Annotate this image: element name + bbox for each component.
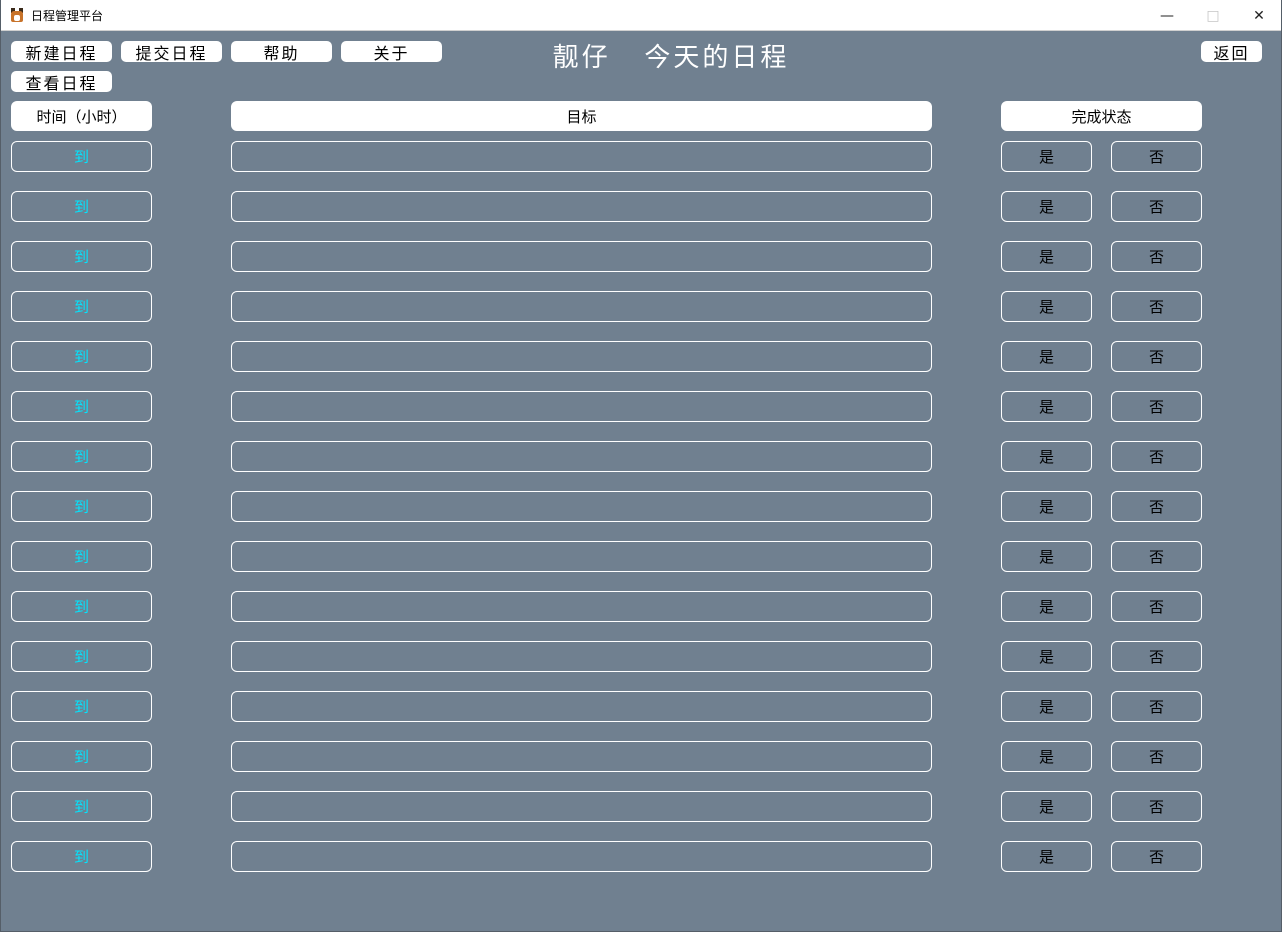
schedule-row: 到 是 否 (1, 541, 1281, 572)
goal-input[interactable] (231, 791, 932, 822)
schedule-row: 到 是 否 (1, 391, 1281, 422)
done-yes-button[interactable]: 是 (1001, 191, 1092, 222)
time-input[interactable]: 到 (11, 391, 152, 422)
maximize-button[interactable]: □ (1190, 0, 1236, 31)
view-schedule-button[interactable]: 查看日程 (11, 71, 112, 93)
schedule-row: 到 是 否 (1, 291, 1281, 322)
done-yes-button[interactable]: 是 (1001, 691, 1092, 722)
done-no-button[interactable]: 否 (1111, 491, 1202, 522)
time-input[interactable]: 到 (11, 491, 152, 522)
done-no-button[interactable]: 否 (1111, 291, 1202, 322)
done-yes-button[interactable]: 是 (1001, 841, 1092, 872)
page-title: 靓仔 今天的日程 (552, 42, 790, 73)
goal-input[interactable] (231, 341, 932, 372)
back-button[interactable]: 返回 (1201, 41, 1262, 63)
time-input[interactable]: 到 (11, 741, 152, 772)
goal-input[interactable] (231, 391, 932, 422)
done-no-button[interactable]: 否 (1111, 841, 1202, 872)
goal-column-header: 目标 (231, 101, 932, 131)
time-input[interactable]: 到 (11, 291, 152, 322)
window-controls: — □ ✕ (1144, 0, 1282, 31)
new-schedule-button[interactable]: 新建日程 (11, 41, 112, 63)
done-yes-button[interactable]: 是 (1001, 391, 1092, 422)
time-input[interactable]: 到 (11, 841, 152, 872)
done-yes-button[interactable]: 是 (1001, 541, 1092, 572)
schedule-row: 到 是 否 (1, 141, 1281, 172)
time-input[interactable]: 到 (11, 191, 152, 222)
minimize-button[interactable]: — (1144, 0, 1190, 31)
goal-input[interactable] (231, 591, 932, 622)
done-yes-button[interactable]: 是 (1001, 491, 1092, 522)
goal-input[interactable] (231, 741, 932, 772)
done-no-button[interactable]: 否 (1111, 641, 1202, 672)
done-no-button[interactable]: 否 (1111, 141, 1202, 172)
time-input[interactable]: 到 (11, 791, 152, 822)
done-yes-button[interactable]: 是 (1001, 741, 1092, 772)
done-yes-button[interactable]: 是 (1001, 291, 1092, 322)
time-input[interactable]: 到 (11, 241, 152, 272)
window-title: 日程管理平台 (31, 8, 104, 23)
done-yes-button[interactable]: 是 (1001, 641, 1092, 672)
done-no-button[interactable]: 否 (1111, 741, 1202, 772)
app-icon (9, 7, 25, 23)
done-yes-button[interactable]: 是 (1001, 341, 1092, 372)
schedule-panel: 新建日程 提交日程 帮助 关于 返回 查看日程 靓仔 今天的日程 时间（小时） … (1, 31, 1281, 931)
done-no-button[interactable]: 否 (1111, 791, 1202, 822)
done-yes-button[interactable]: 是 (1001, 791, 1092, 822)
goal-input[interactable] (231, 841, 932, 872)
done-no-button[interactable]: 否 (1111, 591, 1202, 622)
schedule-row: 到 是 否 (1, 241, 1281, 272)
done-yes-button[interactable]: 是 (1001, 241, 1092, 272)
done-yes-button[interactable]: 是 (1001, 141, 1092, 172)
close-button[interactable]: ✕ (1236, 0, 1282, 31)
time-column-header: 时间（小时） (11, 101, 152, 131)
time-input[interactable]: 到 (11, 441, 152, 472)
done-no-button[interactable]: 否 (1111, 241, 1202, 272)
done-no-button[interactable]: 否 (1111, 191, 1202, 222)
done-no-button[interactable]: 否 (1111, 541, 1202, 572)
time-input[interactable]: 到 (11, 341, 152, 372)
schedule-row: 到 是 否 (1, 441, 1281, 472)
submit-schedule-button[interactable]: 提交日程 (121, 41, 222, 63)
done-no-button[interactable]: 否 (1111, 391, 1202, 422)
schedule-row: 到 是 否 (1, 691, 1281, 722)
schedule-row: 到 是 否 (1, 591, 1281, 622)
goal-input[interactable] (231, 241, 932, 272)
help-button[interactable]: 帮助 (231, 41, 332, 63)
goal-input[interactable] (231, 491, 932, 522)
title-bar[interactable]: 日程管理平台 — □ ✕ (0, 0, 1282, 31)
goal-input[interactable] (231, 541, 932, 572)
done-no-button[interactable]: 否 (1111, 691, 1202, 722)
done-yes-button[interactable]: 是 (1001, 591, 1092, 622)
done-yes-button[interactable]: 是 (1001, 441, 1092, 472)
time-input[interactable]: 到 (11, 641, 152, 672)
schedule-row: 到 是 否 (1, 841, 1281, 872)
time-input[interactable]: 到 (11, 591, 152, 622)
schedule-row: 到 是 否 (1, 191, 1281, 222)
schedule-row: 到 是 否 (1, 641, 1281, 672)
schedule-row: 到 是 否 (1, 791, 1281, 822)
schedule-row: 到 是 否 (1, 741, 1281, 772)
goal-input[interactable] (231, 291, 932, 322)
goal-input[interactable] (231, 141, 932, 172)
goal-input[interactable] (231, 191, 932, 222)
schedule-row: 到 是 否 (1, 491, 1281, 522)
done-no-button[interactable]: 否 (1111, 341, 1202, 372)
done-no-button[interactable]: 否 (1111, 441, 1202, 472)
about-button[interactable]: 关于 (341, 41, 442, 63)
time-input[interactable]: 到 (11, 691, 152, 722)
time-input[interactable]: 到 (11, 541, 152, 572)
goal-input[interactable] (231, 691, 932, 722)
goal-input[interactable] (231, 441, 932, 472)
status-column-header: 完成状态 (1001, 101, 1202, 131)
time-input[interactable]: 到 (11, 141, 152, 172)
goal-input[interactable] (231, 641, 932, 672)
schedule-row: 到 是 否 (1, 341, 1281, 372)
